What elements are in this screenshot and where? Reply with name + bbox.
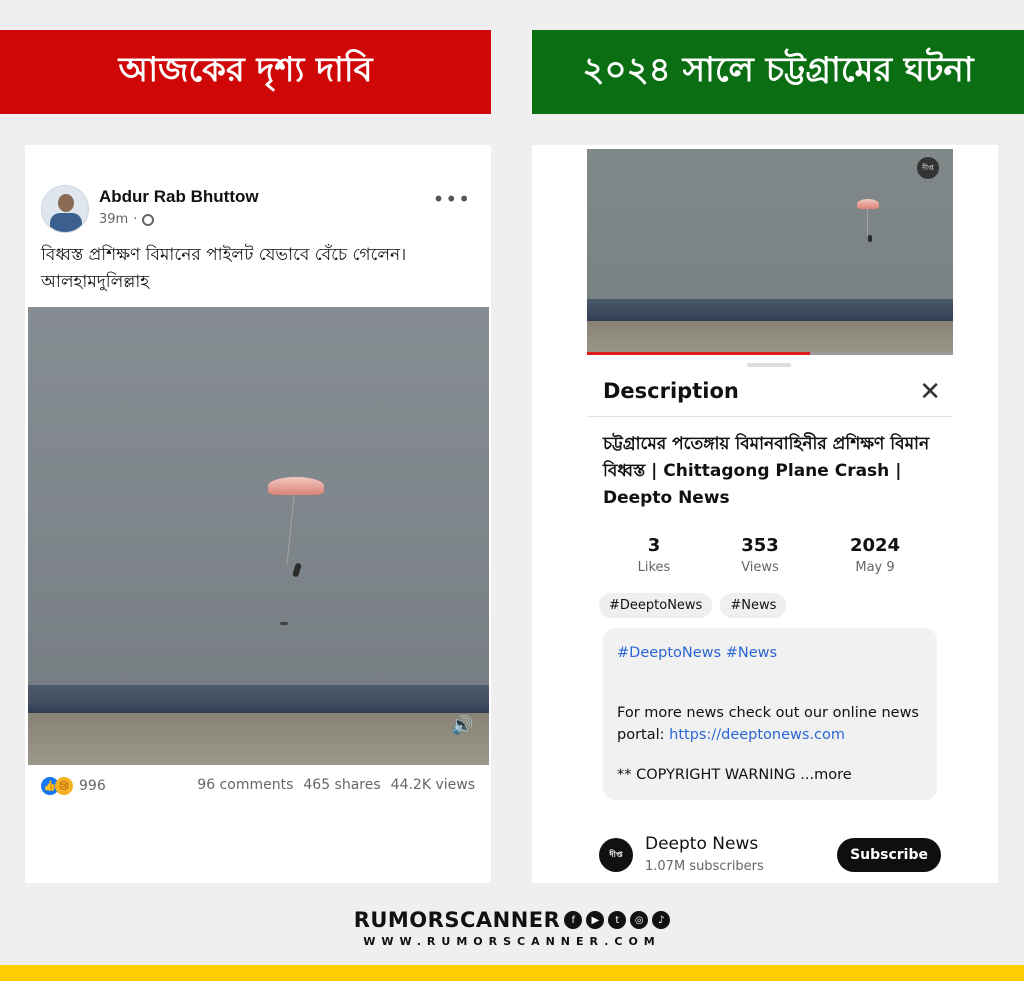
author-avatar[interactable] — [41, 185, 89, 233]
video-title: চট্টগ্রামের পতেঙ্গায় বিমানবাহিনীর প্রশি… — [603, 434, 930, 508]
year-value: 2024 — [849, 535, 901, 556]
separator-dot: · — [133, 212, 138, 227]
instagram-icon[interactable]: ◎ — [630, 911, 649, 929]
hashtag-chips: #DeeptoNews #News — [599, 593, 787, 618]
author-name[interactable]: Abdur Rab Bhuttow — [99, 187, 259, 207]
footer-bar — [0, 965, 1024, 981]
youtube-video[interactable]: দীপ্ত — [587, 149, 953, 355]
debris — [280, 622, 288, 625]
brand-row: RUMORSCANNER f ▶ t ◎ ♪ — [354, 908, 671, 932]
views-label: Views — [741, 560, 779, 575]
facebook-post-card: Abdur Rab Bhuttow 39m · ••• বিধ্বস্ত প্র… — [25, 145, 491, 883]
tiktok-icon[interactable]: ♪ — [652, 911, 671, 929]
parachute — [857, 199, 879, 209]
portal-link[interactable]: https://deeptonews.com — [669, 727, 845, 743]
comments-count[interactable]: 96 comments — [197, 777, 293, 793]
facebook-icon[interactable]: f — [564, 911, 583, 929]
parachute — [268, 477, 324, 495]
pilot-figure — [291, 562, 303, 578]
description-heading: Description — [603, 379, 739, 403]
description-tags[interactable]: #DeeptoNews #News — [617, 642, 923, 664]
brand-name: RUMORSCANNER — [353, 908, 561, 932]
divider — [587, 416, 953, 417]
shares-count[interactable]: 465 shares — [303, 777, 380, 793]
date-stat: 2024 May 9 — [820, 535, 930, 575]
close-icon[interactable]: ✕ — [919, 377, 941, 407]
views-value: 353 — [741, 535, 779, 556]
pilot-figure — [868, 235, 872, 242]
engagement-counts: 96 comments 465 shares 44.2K views — [197, 777, 475, 793]
views-count: 44.2K views — [390, 777, 475, 793]
post-header: Abdur Rab Bhuttow 39m · ••• — [41, 185, 481, 235]
channel-avatar[interactable]: দীপ্ত — [599, 838, 633, 872]
video-stats: 3 Likes 353 Views 2024 May 9 — [587, 535, 953, 579]
more-icon[interactable]: ••• — [433, 187, 471, 211]
likes-stat: 3 Likes — [599, 535, 709, 575]
drag-handle[interactable] — [747, 363, 791, 367]
post-meta: 39m · — [99, 212, 155, 227]
claim-banner: আজকের দৃশ্য দাবি — [0, 30, 491, 114]
more-link[interactable]: ...more — [800, 767, 851, 783]
youtube-icon[interactable]: ▶ — [586, 911, 605, 929]
sad-icon: 😢 — [55, 777, 73, 795]
description-body: For more news check out our online news … — [617, 702, 923, 746]
copyright-warning: ** COPYRIGHT WARNING — [617, 767, 796, 783]
views-stat: 353 Views — [705, 535, 815, 575]
globe-icon — [142, 213, 155, 226]
copyright-line: ** COPYRIGHT WARNING ...more — [617, 764, 923, 786]
subscribe-button[interactable]: Subscribe — [837, 838, 941, 872]
channel-row: দীপ্ত Deepto News 1.07M subscribers Subs… — [599, 834, 941, 878]
avatar-face — [58, 194, 74, 212]
description-box: #DeeptoNews #News For more news check ou… — [603, 628, 937, 800]
likes-label: Likes — [637, 560, 671, 575]
chip-news[interactable]: #News — [720, 593, 787, 618]
avatar-body — [50, 213, 82, 232]
speaker-icon[interactable]: 🔊 — [451, 715, 475, 736]
reactions[interactable]: 👍 😢 996 — [41, 777, 106, 795]
date-label: May 9 — [855, 560, 895, 575]
twitter-icon[interactable]: t — [608, 911, 627, 929]
ground — [28, 713, 489, 765]
youtube-card: দীপ্ত Description ✕ চট্টগ্রামের পতেঙ্গায… — [532, 145, 998, 883]
ground — [587, 321, 953, 355]
reactions-count: 996 — [79, 778, 106, 794]
chip-deeptonews[interactable]: #DeeptoNews — [599, 593, 713, 618]
channel-watermark-icon: দীপ্ত — [917, 157, 939, 179]
brand-url[interactable]: WWW.RUMORSCANNER.COM — [0, 935, 1024, 948]
post-time[interactable]: 39m — [99, 212, 128, 227]
fact-banner: ২০২৪ সালে চট্টগ্রামের ঘটনা — [532, 30, 1024, 114]
parachute-line — [867, 209, 868, 235]
brand-footer: RUMORSCANNER f ▶ t ◎ ♪ WWW.RUMORSCANNER.… — [0, 908, 1024, 948]
bridge-front — [587, 311, 953, 321]
post-text: বিধ্বস্ত প্রশিক্ষণ বিমানের পাইলট যেভাবে … — [41, 245, 407, 292]
likes-value: 3 — [647, 535, 661, 556]
post-stats: 👍 😢 996 96 comments 465 shares 44.2K vie… — [41, 777, 475, 797]
subscriber-count: 1.07M subscribers — [645, 859, 764, 874]
post-video[interactable]: 🔊 — [28, 307, 489, 765]
parachute-line — [286, 495, 295, 565]
description-sheet: Description ✕ চট্টগ্রামের পতেঙ্গায় বিমা… — [587, 355, 953, 883]
bridge-back — [587, 299, 953, 311]
channel-name[interactable]: Deepto News — [645, 834, 758, 854]
